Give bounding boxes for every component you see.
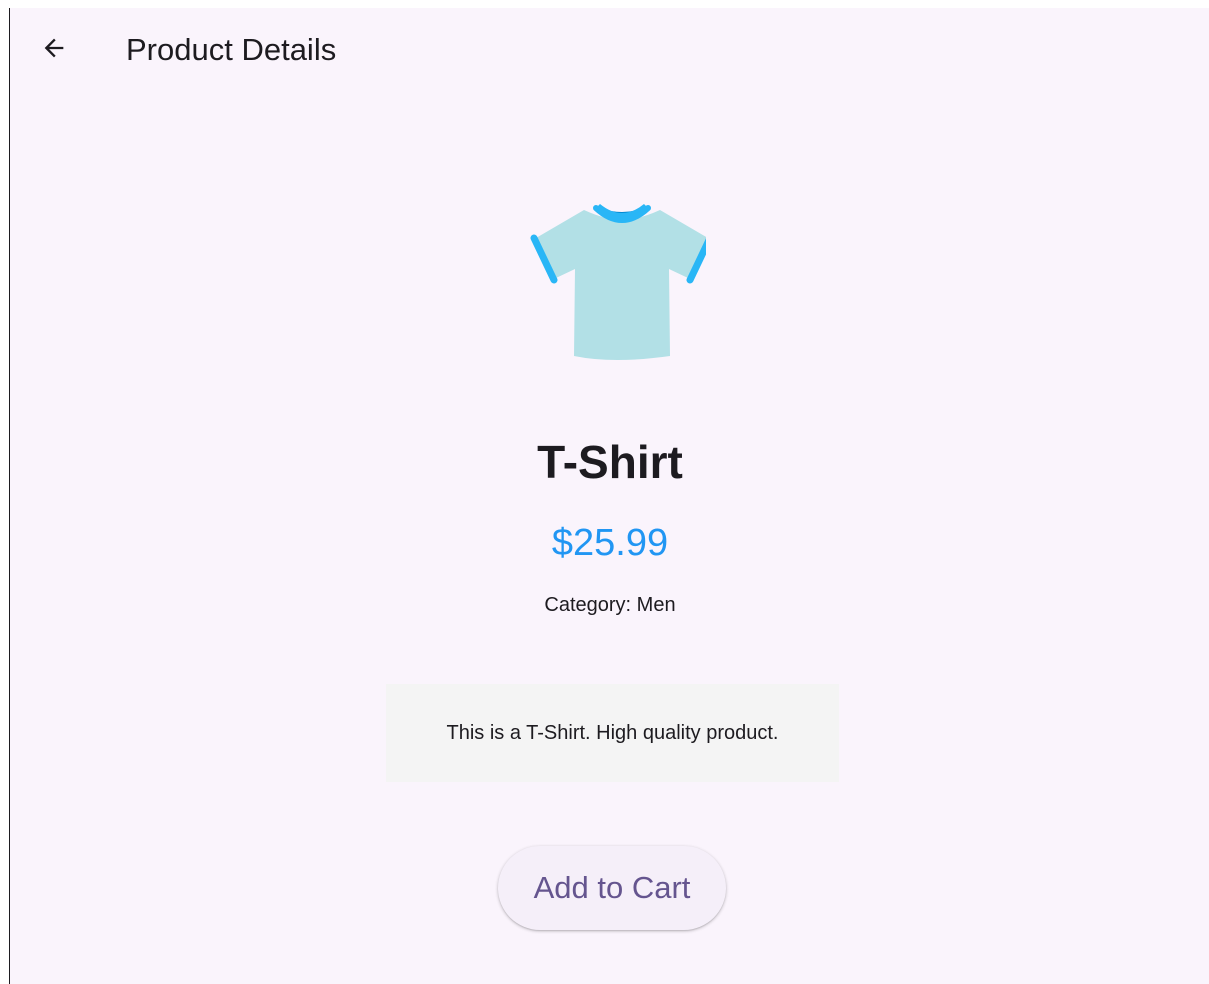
- app-bar: Product Details: [10, 8, 1209, 92]
- product-name: T-Shirt: [537, 436, 683, 488]
- back-button[interactable]: [34, 30, 74, 70]
- product-details-screen: Product Details T-Shirt $25.99 Category:…: [9, 8, 1209, 984]
- page-title: Product Details: [126, 32, 337, 67]
- description-box: This is a T-Shirt. High quality product.: [386, 684, 839, 782]
- product-price: $25.99: [551, 522, 669, 564]
- arrow-back-icon: [40, 34, 68, 67]
- product-description: This is a T-Shirt. High quality product.: [446, 722, 779, 744]
- add-to-cart-button[interactable]: Add to Cart: [498, 846, 726, 930]
- t-shirt-icon: [518, 198, 714, 364]
- product-category: Category: Men: [544, 594, 676, 616]
